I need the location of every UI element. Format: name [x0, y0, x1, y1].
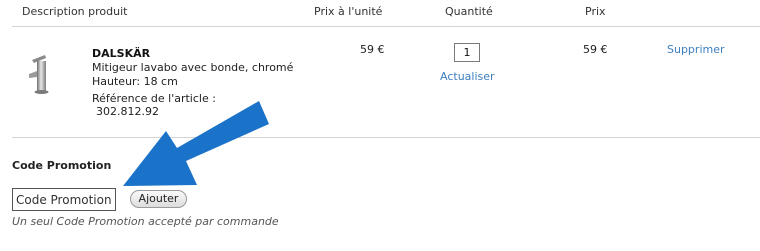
arrow-icon	[123, 101, 269, 186]
annotation-arrow	[123, 101, 269, 186]
